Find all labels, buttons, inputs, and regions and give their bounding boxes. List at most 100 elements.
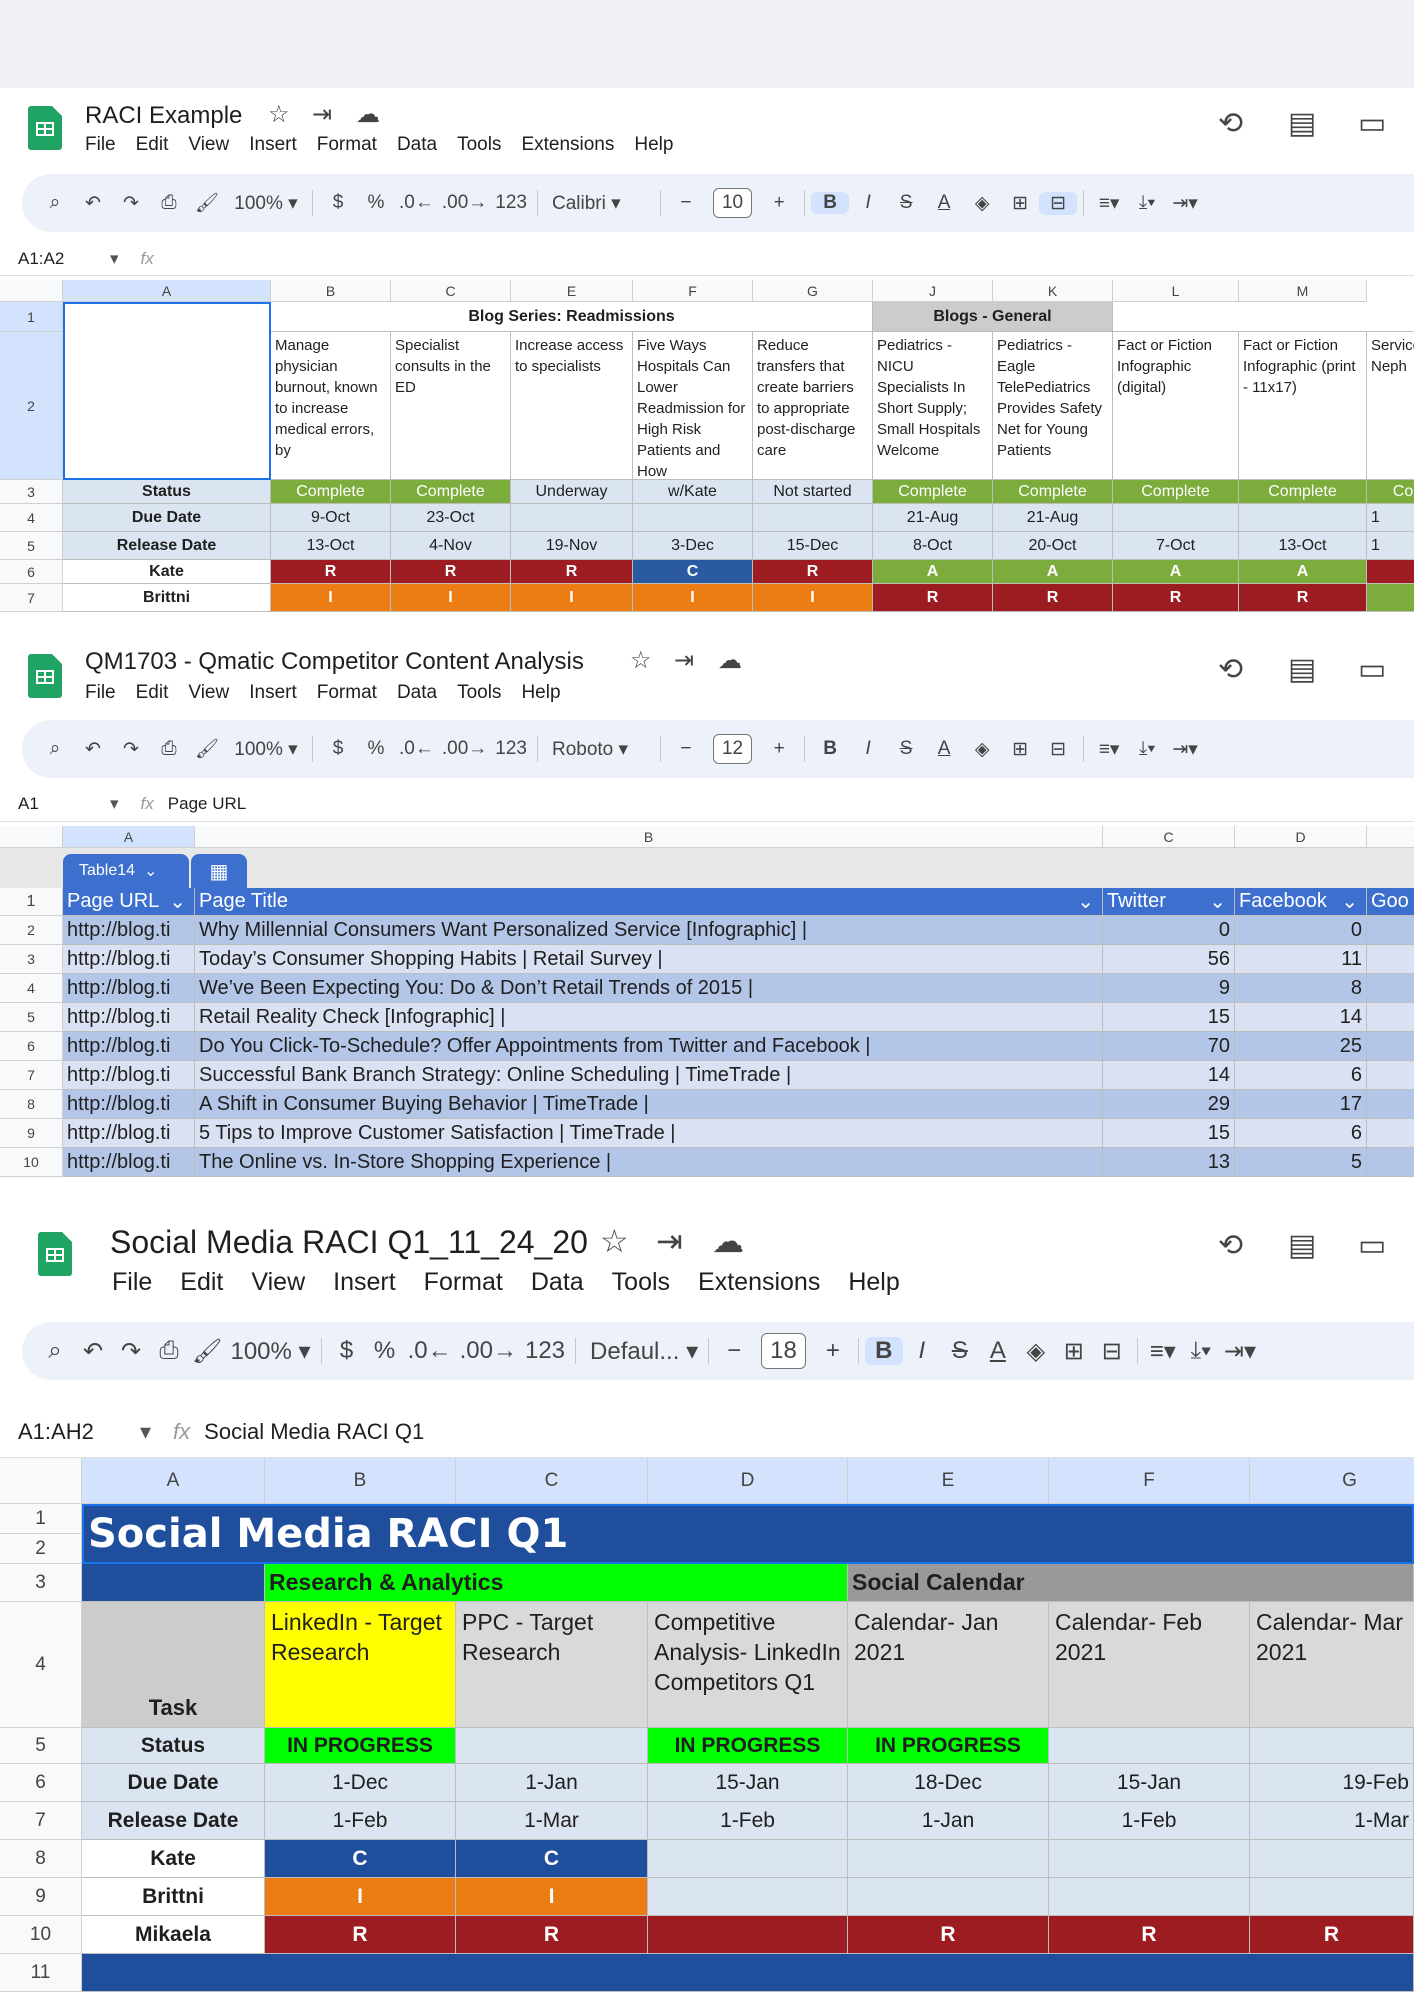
font-size-input[interactable]: 10 xyxy=(712,188,753,218)
increase-decimal-icon[interactable]: .00→ xyxy=(438,738,491,760)
fill-color-icon[interactable]: ◈ xyxy=(963,738,1001,761)
merge-cells-icon[interactable]: ⊟ xyxy=(1039,738,1077,761)
name-box[interactable]: A1:A2 xyxy=(0,249,110,269)
move-folder-icon[interactable]: ⇥ xyxy=(312,100,332,129)
brittni-raci-cell[interactable]: I xyxy=(265,1878,456,1916)
chevron-down-icon[interactable]: ⌄ xyxy=(1341,889,1366,914)
task-cell[interactable]: Calendar- Feb 2021 xyxy=(1049,1602,1250,1728)
banner-title[interactable]: Social Media RACI Q1 xyxy=(82,1504,1414,1564)
facebook-cell[interactable]: 14 xyxy=(1235,1003,1367,1032)
title-cell[interactable]: Do You Click-To-Schedule? Offer Appointm… xyxy=(195,1032,1103,1061)
text-wrap-icon[interactable]: ⇥▾ xyxy=(1166,738,1204,761)
row-header[interactable]: 4 xyxy=(0,974,63,1003)
decrease-font-icon[interactable]: − xyxy=(667,738,705,760)
redo-icon[interactable]: ↷ xyxy=(112,1337,150,1366)
cloud-status-icon[interactable]: ☁ xyxy=(718,646,742,675)
twitter-cell[interactable]: 15 xyxy=(1103,1119,1235,1148)
due-date-cell[interactable] xyxy=(753,504,873,532)
twitter-cell[interactable]: 15 xyxy=(1103,1003,1235,1032)
increase-font-icon[interactable]: + xyxy=(760,192,798,214)
kate-raci-cell[interactable] xyxy=(1367,560,1414,584)
merge-cells-icon[interactable]: ⊟ xyxy=(1039,191,1078,215)
undo-icon[interactable]: ↶ xyxy=(74,1337,112,1366)
release-date-cell[interactable]: 4-Nov xyxy=(391,532,511,560)
facebook-cell[interactable]: 25 xyxy=(1235,1032,1367,1061)
borders-icon[interactable]: ⊞ xyxy=(1001,192,1039,215)
url-cell[interactable]: http://blog.ti xyxy=(63,1032,195,1061)
task-cell[interactable]: Increase access to specialists xyxy=(511,332,633,480)
cloud-status-icon[interactable]: ☁ xyxy=(712,1222,744,1260)
row-header[interactable]: 6 xyxy=(0,560,63,584)
url-cell[interactable]: http://blog.ti xyxy=(63,945,195,974)
table-column-header[interactable]: Page URL ⌄ xyxy=(63,888,195,916)
task-cell[interactable]: Reduce transfers that create barriers to… xyxy=(753,332,873,480)
menu-item[interactable]: Extensions xyxy=(521,134,614,156)
name-box[interactable]: A1 xyxy=(0,794,110,814)
row-label[interactable]: Status xyxy=(82,1728,265,1764)
menu-item[interactable]: Help xyxy=(848,1268,899,1297)
decrease-font-icon[interactable]: − xyxy=(715,1337,753,1365)
brittni-raci-cell[interactable]: I xyxy=(391,584,511,612)
release-date-cell[interactable]: 1-Jan xyxy=(848,1802,1049,1840)
print-icon[interactable]: ⎙ xyxy=(150,1337,188,1365)
name-box[interactable]: A1:AH2 xyxy=(0,1419,140,1445)
twitter-cell[interactable]: 14 xyxy=(1103,1061,1235,1090)
facebook-cell[interactable]: 6 xyxy=(1235,1061,1367,1090)
due-date-cell[interactable]: 1-Jan xyxy=(456,1764,648,1802)
merge-cells-icon[interactable]: ⊟ xyxy=(1093,1337,1131,1366)
cell[interactable] xyxy=(1367,1003,1414,1032)
due-date-cell[interactable]: 18-Dec xyxy=(848,1764,1049,1802)
status-cell[interactable]: Co xyxy=(1367,480,1414,504)
strikethrough-icon[interactable]: S xyxy=(887,192,925,214)
status-cell[interactable]: IN PROGRESS xyxy=(648,1728,848,1764)
kate-raci-cell[interactable]: A xyxy=(1239,560,1367,584)
row-header[interactable]: 11 xyxy=(0,1954,82,1992)
url-cell[interactable]: http://blog.ti xyxy=(63,916,195,945)
row-header[interactable]: 3 xyxy=(0,480,63,504)
menu-item[interactable]: Tools xyxy=(612,1268,670,1297)
search-icon[interactable]: ⌕ xyxy=(36,738,74,760)
status-cell[interactable] xyxy=(1049,1728,1250,1764)
search-icon[interactable]: ⌕ xyxy=(36,192,74,214)
selected-cell-a1[interactable] xyxy=(63,302,271,480)
task-cell[interactable]: Fact or Fiction Infographic (print - 11x… xyxy=(1239,332,1367,480)
due-date-cell[interactable]: 9-Oct xyxy=(271,504,391,532)
row-label[interactable]: Kate xyxy=(63,560,271,584)
align-icon[interactable]: ≡▾ xyxy=(1090,192,1128,215)
undo-icon[interactable]: ↶ xyxy=(74,192,112,215)
brittni-raci-cell[interactable] xyxy=(648,1878,848,1916)
row-header[interactable]: 6 xyxy=(0,1764,82,1802)
number-format-icon[interactable]: 123 xyxy=(521,1337,569,1365)
row-header[interactable]: 1 xyxy=(0,1504,82,1534)
font-size-input[interactable]: 18 xyxy=(761,1333,806,1369)
search-icon[interactable]: ⌕ xyxy=(36,1337,74,1365)
row-header[interactable]: 5 xyxy=(0,1003,63,1032)
brittni-raci-cell[interactable]: R xyxy=(1239,584,1367,612)
status-cell[interactable]: Complete xyxy=(391,480,511,504)
increase-font-icon[interactable]: + xyxy=(760,738,798,760)
row-label[interactable]: Brittni xyxy=(82,1878,265,1916)
release-date-cell[interactable]: 3-Dec xyxy=(633,532,753,560)
facebook-cell[interactable]: 6 xyxy=(1235,1119,1367,1148)
undo-icon[interactable]: ↶ xyxy=(74,738,112,761)
row-label[interactable]: Release Date xyxy=(63,532,271,560)
release-date-cell[interactable]: 8-Oct xyxy=(873,532,993,560)
valign-icon[interactable]: ⤓▾ xyxy=(1128,192,1166,214)
release-date-cell[interactable]: 1-Mar xyxy=(456,1802,648,1840)
text-color-icon[interactable]: A xyxy=(925,738,963,760)
row-header[interactable]: 9 xyxy=(0,1878,82,1916)
valign-icon[interactable]: ⤓▾ xyxy=(1128,738,1166,760)
cell[interactable] xyxy=(1367,1148,1414,1177)
table-column-header[interactable]: Twitter ⌄ xyxy=(1103,888,1235,916)
column-header[interactable]: E xyxy=(848,1458,1049,1504)
brittni-raci-cell[interactable]: R xyxy=(873,584,993,612)
column-header[interactable]: B xyxy=(265,1458,456,1504)
star-icon[interactable]: ☆ xyxy=(630,646,652,675)
menu-item[interactable]: Edit xyxy=(136,682,169,704)
facebook-cell[interactable]: 11 xyxy=(1235,945,1367,974)
brittni-raci-cell[interactable]: I xyxy=(456,1878,648,1916)
due-date-cell[interactable]: 1 xyxy=(1367,504,1414,532)
title-cell[interactable]: 5 Tips to Improve Customer Satisfaction … xyxy=(195,1119,1103,1148)
kate-raci-cell[interactable]: A xyxy=(993,560,1113,584)
zoom-select[interactable]: 100% ▾ xyxy=(226,192,306,215)
